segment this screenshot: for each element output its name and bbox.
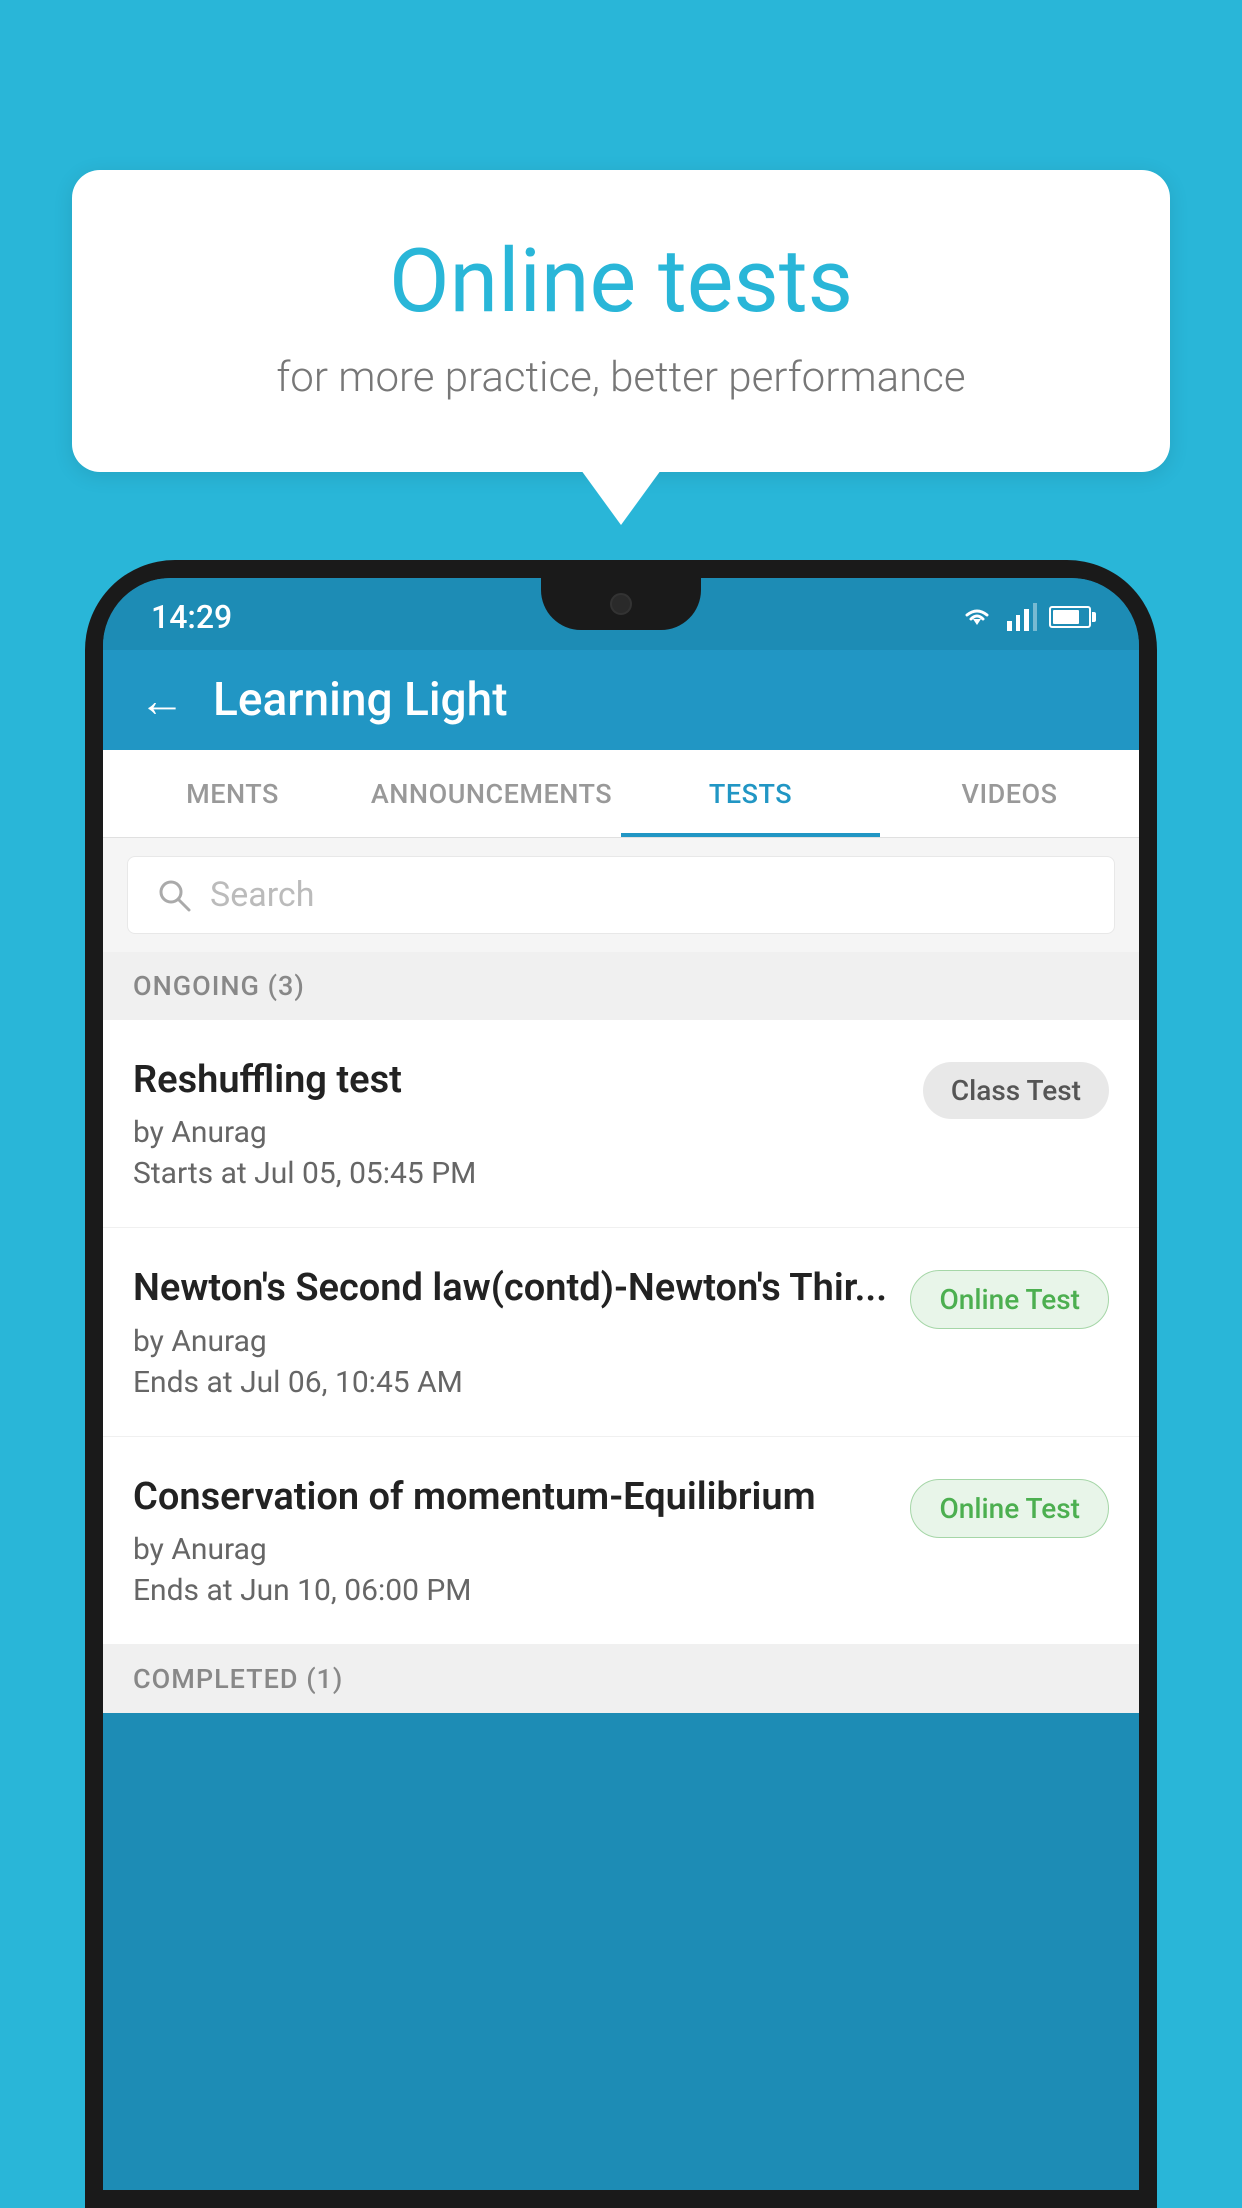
phone-screen: 14:29 [103,578,1139,2190]
bubble-subtitle: for more practice, better performance [152,353,1090,402]
speech-bubble: Online tests for more practice, better p… [72,170,1170,472]
phone-mockup: 14:29 [85,560,1157,2208]
search-icon [156,877,192,913]
test-item[interactable]: Reshuffling test by Anurag Starts at Jul… [103,1020,1139,1228]
ongoing-label: ONGOING (3) [133,970,305,1002]
test-item[interactable]: Conservation of momentum-Equilibrium by … [103,1437,1139,1645]
bubble-title: Online tests [152,230,1090,333]
completed-section-header: COMPLETED (1) [103,1645,1139,1713]
wifi-icon [959,603,995,631]
tab-tests[interactable]: TESTS [621,750,880,837]
ongoing-section-header: ONGOING (3) [103,952,1139,1020]
status-bar: 14:29 [103,578,1139,650]
app-header: ← Learning Light [103,650,1139,750]
status-time: 14:29 [151,598,232,636]
test-info: Reshuffling test by Anurag Starts at Jul… [133,1056,923,1191]
test-badge-online: Online Test [910,1479,1109,1538]
test-badge-class: Class Test [923,1062,1109,1119]
test-list: Reshuffling test by Anurag Starts at Jul… [103,1020,1139,1645]
test-badge-online: Online Test [910,1270,1109,1329]
completed-label: COMPLETED (1) [133,1663,343,1695]
test-name: Conservation of momentum-Equilibrium [133,1473,890,1522]
test-info: Newton's Second law(contd)-Newton's Thir… [133,1264,910,1399]
test-time: Ends at Jun 10, 06:00 PM [133,1573,890,1608]
status-icons [959,603,1091,631]
test-author: by Anurag [133,1532,890,1567]
signal-icon [1007,603,1037,631]
test-name: Newton's Second law(contd)-Newton's Thir… [133,1264,890,1313]
test-name: Reshuffling test [133,1056,903,1105]
test-item[interactable]: Newton's Second law(contd)-Newton's Thir… [103,1228,1139,1436]
test-info: Conservation of momentum-Equilibrium by … [133,1473,910,1608]
test-time: Starts at Jul 05, 05:45 PM [133,1156,903,1191]
search-placeholder: Search [210,875,314,915]
tab-announcements[interactable]: ANNOUNCEMENTS [362,750,621,837]
test-author: by Anurag [133,1115,903,1150]
search-container: Search [103,838,1139,952]
tab-bar: MENTS ANNOUNCEMENTS TESTS VIDEOS [103,750,1139,838]
bubble-arrow [581,470,661,525]
phone-outer: 14:29 [85,560,1157,2208]
tab-videos[interactable]: VIDEOS [880,750,1139,837]
camera [610,593,632,615]
app-title: Learning Light [213,673,508,727]
tab-ments[interactable]: MENTS [103,750,362,837]
search-box[interactable]: Search [127,856,1115,934]
speech-bubble-container: Online tests for more practice, better p… [72,170,1170,525]
test-time: Ends at Jul 06, 10:45 AM [133,1365,890,1400]
phone-notch [541,578,701,630]
back-button[interactable]: ← [139,673,185,728]
battery-icon [1049,606,1091,628]
battery-fill [1053,610,1079,624]
test-author: by Anurag [133,1324,890,1359]
